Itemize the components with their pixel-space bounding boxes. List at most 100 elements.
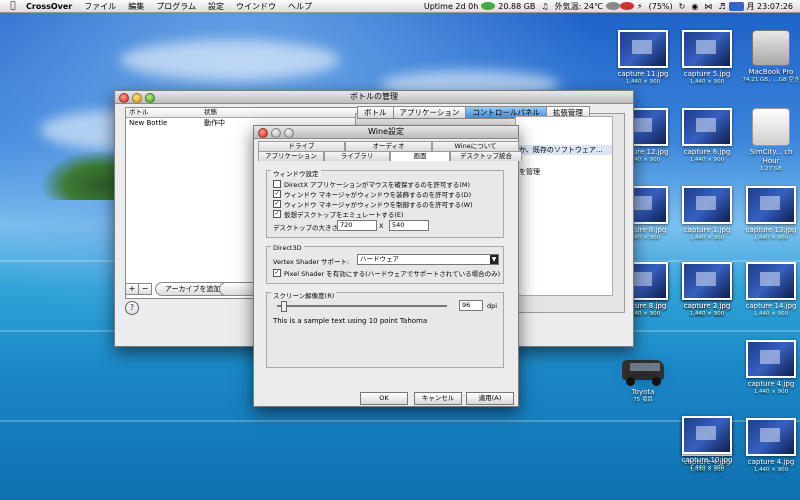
menu-settings[interactable]: 設定 xyxy=(202,1,230,12)
tab-audio[interactable]: オーディオ xyxy=(345,141,432,151)
bottle-list-header: ボトル 状態 xyxy=(126,108,358,118)
ok-button[interactable]: OK xyxy=(360,392,408,405)
desktop-icon[interactable]: capture 13.jpg 1,440 × 900 xyxy=(740,186,800,242)
remove-bottle-button[interactable]: − xyxy=(138,283,152,295)
list-item[interactable]: を管理 xyxy=(516,167,612,177)
desktop-icon-label: capture 13.jpg xyxy=(745,226,797,234)
dpi-value-field[interactable]: 96 xyxy=(459,300,483,311)
image-thumbnail-icon[interactable] xyxy=(682,262,732,300)
tab-desktop-integration[interactable]: デスクトップ統合 xyxy=(450,151,522,161)
desktop-icon[interactable]: capture 1.jpg 1,440 × 900 xyxy=(676,186,738,242)
checkbox[interactable]: ✓ xyxy=(273,269,281,277)
tab-graphics[interactable]: 画面 xyxy=(390,151,450,161)
status-check-icon[interactable] xyxy=(481,2,496,10)
option-pixel-shader[interactable]: ✓ Pixel Shader を有効にする(ハードウェアでサポートされている場合… xyxy=(273,268,500,278)
option-control-windows[interactable]: ✓ ウィンドウ マネージャがウィンドウを制御するのを許可する(W) xyxy=(273,199,473,209)
battery-status[interactable]: (75%) xyxy=(646,2,676,11)
cancel-button[interactable]: キャンセル xyxy=(414,392,462,405)
desktop-icon-info: 1.27 GB xyxy=(759,166,783,172)
clock[interactable]: 月 23:07:26 xyxy=(744,1,796,12)
menu-help[interactable]: ヘルプ xyxy=(282,1,318,12)
van-photo-icon[interactable] xyxy=(620,356,666,386)
menu-edit[interactable]: 編集 xyxy=(122,1,150,12)
zoom-button[interactable] xyxy=(145,93,155,103)
image-thumbnail-icon[interactable] xyxy=(682,108,732,146)
apply-button[interactable]: 適用(A) xyxy=(466,392,514,405)
apple-menu-icon[interactable]:  xyxy=(6,1,20,11)
image-thumbnail-icon[interactable] xyxy=(746,340,796,378)
image-thumbnail-icon[interactable] xyxy=(682,416,732,454)
headphones-icon[interactable]: ♫ xyxy=(538,2,551,11)
wifi-icon[interactable]: ◉ xyxy=(688,2,701,11)
desktop-icon[interactable]: capture 4.jpg 1,440 × 900 xyxy=(740,340,800,396)
control-panel-list[interactable]: か、既存のソフトウェア… を管理 xyxy=(515,116,613,296)
help-button[interactable]: ? xyxy=(125,301,139,315)
dpi-slider-handle[interactable] xyxy=(281,301,287,312)
close-button[interactable] xyxy=(119,93,129,103)
desktop-icon[interactable]: capture 6.jpg 1,440 × 900 xyxy=(676,108,738,164)
monitor-icon[interactable] xyxy=(606,2,620,10)
image-thumbnail-icon[interactable] xyxy=(746,418,796,456)
input-method-icon[interactable] xyxy=(728,1,744,11)
sync-icon[interactable]: ↻ xyxy=(676,2,689,11)
minimize-button[interactable] xyxy=(132,93,142,103)
desktop-width-field[interactable]: 720 xyxy=(337,220,377,231)
close-button[interactable] xyxy=(258,128,268,138)
menu-window[interactable]: ウインドウ xyxy=(230,1,282,12)
desktop-icon[interactable]: capture 11.jpg 1,440 × 900 xyxy=(612,30,674,86)
desktop-icon[interactable]: Toyota 75 項目 xyxy=(612,356,674,404)
recording-icon[interactable] xyxy=(620,2,634,10)
column-header-status[interactable]: 状態 xyxy=(201,108,217,117)
zoom-button[interactable] xyxy=(284,128,294,138)
battery-icon[interactable]: ⚡ xyxy=(634,2,646,11)
column-header-bottle[interactable]: ボトル xyxy=(126,108,201,117)
desktop-icon[interactable]: capture 4.jpg 1,440 × 900 xyxy=(740,418,800,474)
list-item[interactable]: か、既存のソフトウェア… xyxy=(516,145,612,155)
desktop-icon[interactable]: capture 14.jpg 1,440 × 900 xyxy=(740,262,800,318)
option-virtual-desktop[interactable]: ✓ 仮想デスクトップをエミュレートする(E) xyxy=(273,209,404,219)
direct3d-group: Direct3D Vertex Shader サポート: ハードウェア ▼ ✓ … xyxy=(266,244,504,284)
image-thumbnail-icon[interactable] xyxy=(682,30,732,68)
menu-program[interactable]: プログラム xyxy=(150,1,202,12)
tab-applications[interactable]: アプリケーション xyxy=(392,106,467,119)
add-bottle-button[interactable]: + xyxy=(125,283,139,295)
minimize-button[interactable] xyxy=(271,128,281,138)
bottle-manager-titlebar[interactable]: ボトルの管理 xyxy=(115,91,633,104)
tab-bottle[interactable]: ボトル xyxy=(357,106,394,119)
bluetooth-icon[interactable]: ⋈ xyxy=(701,2,715,11)
menu-file[interactable]: ファイル xyxy=(78,1,122,12)
desktop-icon[interactable]: capture 5.jpg 1,440 × 900 xyxy=(676,30,738,86)
tab-applications[interactable]: アプリケーション xyxy=(258,151,324,161)
image-thumbnail-icon[interactable] xyxy=(746,262,796,300)
tab-libraries[interactable]: ライブラリ xyxy=(324,151,390,161)
desktop-icon[interactable]: capture 3.jpg 1,440 × 900 xyxy=(676,262,738,318)
image-thumbnail-icon[interactable] xyxy=(618,30,668,68)
volume-icon[interactable]: ♬ xyxy=(715,2,728,11)
disk-status[interactable]: 20.88 GB xyxy=(495,2,538,11)
hard-drive-icon[interactable] xyxy=(752,30,790,66)
desktop-icon[interactable]: capture 10.jpg 1,440 × 900 xyxy=(676,416,738,472)
checkbox[interactable] xyxy=(273,180,281,188)
chevron-down-icon[interactable]: ▼ xyxy=(490,255,498,264)
image-thumbnail-icon[interactable] xyxy=(682,186,732,224)
uptime-status[interactable]: Uptime 2d 0h xyxy=(421,2,481,11)
vertex-shader-select[interactable]: ハードウェア ▼ xyxy=(357,254,499,265)
option-decorate-windows[interactable]: ✓ ウィンドウ マネージャがウィンドウを装飾するのを許可する(D) xyxy=(273,189,471,199)
desktop-height-field[interactable]: 540 xyxy=(389,220,429,231)
desktop-icon[interactable]: SimCity... ch Hour 1.27 GB xyxy=(740,108,800,173)
checkbox[interactable]: ✓ xyxy=(273,210,281,218)
menu-app-name[interactable]: CrossOver xyxy=(20,2,78,11)
checkbox[interactable]: ✓ xyxy=(273,200,281,208)
disk-image-icon[interactable] xyxy=(752,108,790,146)
option-capture-mouse[interactable]: DirectX アプリケーションがマウスを確保するのを許可する(M) xyxy=(273,179,470,189)
temperature-status[interactable]: 外気温: 24℃ xyxy=(552,1,606,12)
tab-drives[interactable]: ドライブ xyxy=(258,141,345,151)
wine-config-titlebar[interactable]: Wine設定 xyxy=(254,126,518,139)
image-thumbnail-icon[interactable] xyxy=(746,186,796,224)
desktop-icon-label: SimCity... ch Hour xyxy=(749,148,793,165)
vertex-shader-label: Vertex Shader サポート: xyxy=(273,258,350,266)
dpi-slider-track[interactable] xyxy=(277,305,447,307)
checkbox[interactable]: ✓ xyxy=(273,190,281,198)
desktop-icon[interactable]: MacBook Pro 74.21 GB，...GB 空き xyxy=(740,30,800,84)
tab-about-wine[interactable]: Wineについて xyxy=(432,141,519,151)
